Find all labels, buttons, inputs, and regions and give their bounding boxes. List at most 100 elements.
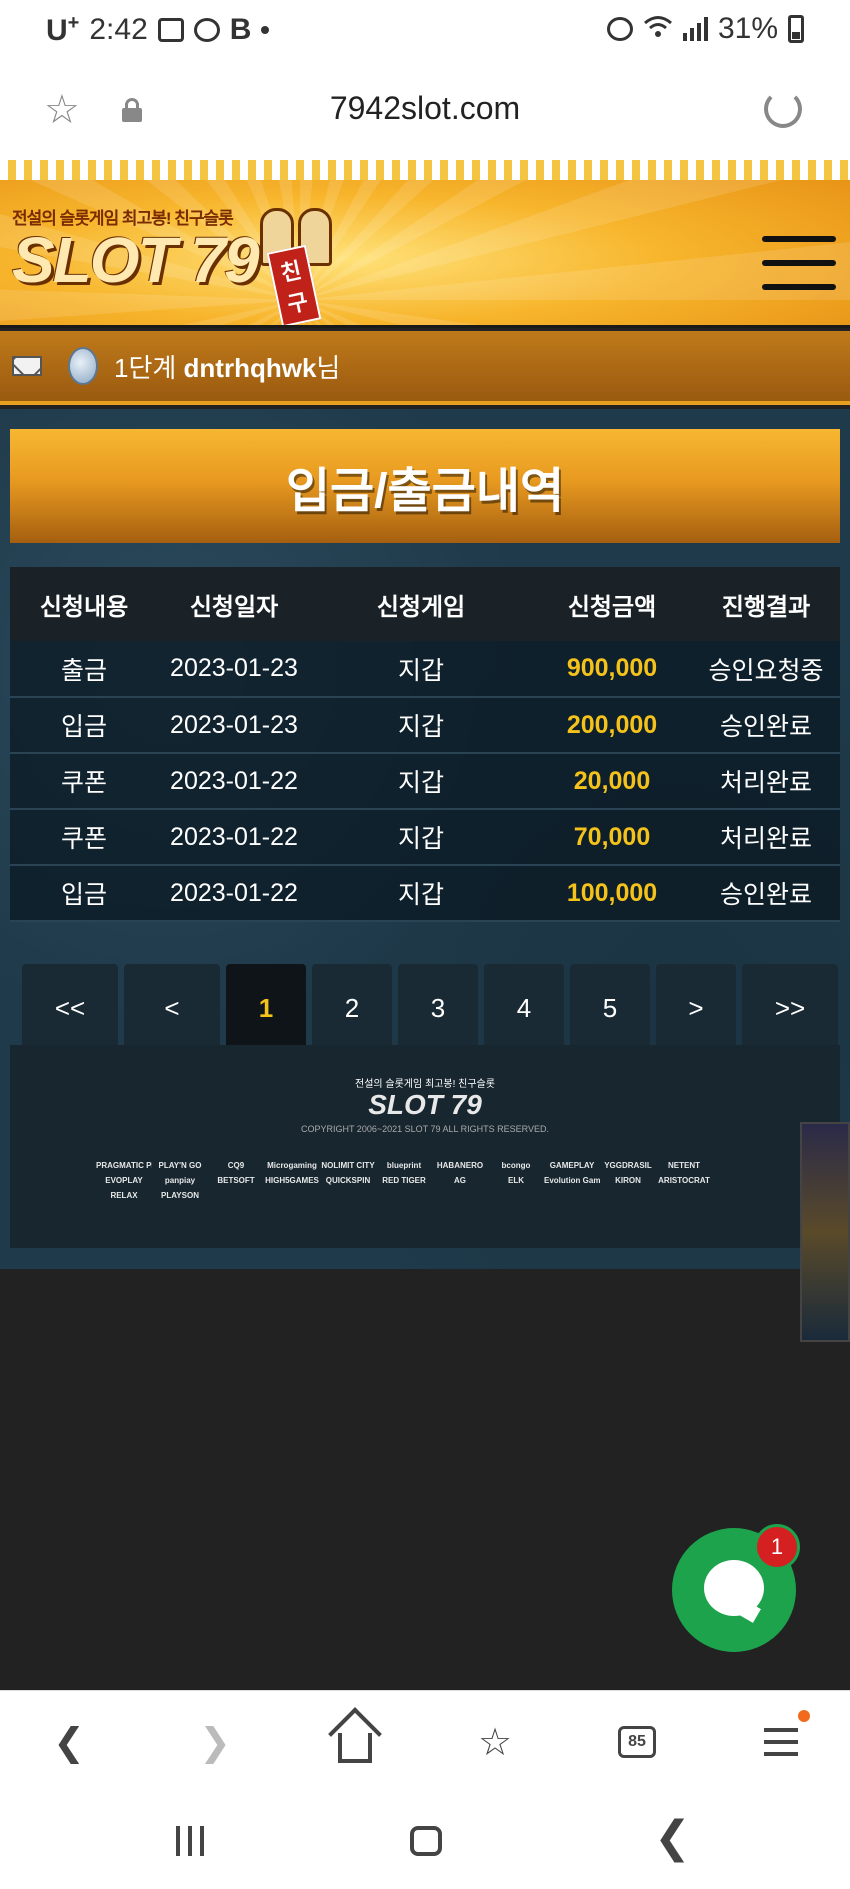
back-icon[interactable]: ❮	[44, 1717, 94, 1767]
transaction-table: 신청내용 신청일자 신청게임 신청금액 진행결과 출금 2023-01-23 지…	[10, 567, 840, 922]
provider-logo: PRAGMATIC PLAY	[96, 1161, 152, 1170]
footer-logo: 전설의 슬롯게임 최고봉! 친구슬롯 SLOT 79 COPYRIGHT 200…	[10, 1075, 840, 1134]
provider-logo: GAMEPLAY	[549, 1161, 595, 1170]
cell-status: 승인완료	[692, 865, 840, 922]
battery-percent: 31%	[717, 12, 778, 45]
b-app-icon: B	[229, 13, 252, 46]
footer-copyright: COPYRIGHT 2006~2021 SLOT 79 ALL RIGHTS R…	[300, 1124, 550, 1134]
cell-date: 2023-01-22	[158, 753, 310, 810]
cell-game: 지갑	[310, 697, 532, 754]
user-info: 1단계 dntrhqhwk님	[114, 348, 340, 385]
cell-status: 처리완료	[692, 753, 840, 810]
gallery-icon	[157, 18, 184, 42]
bookmarks-icon[interactable]: ☆	[470, 1717, 520, 1767]
user-suffix: 님	[316, 352, 341, 383]
footer-tagline: 전설의 슬롯게임 최고봉! 친구슬롯	[355, 1079, 495, 1090]
status-bar: U+ 2:42 B 31%	[0, 0, 850, 62]
site-header: 전설의 슬롯게임 최고봉! 친구슬롯 SLOT 79 친구	[0, 160, 850, 328]
provider-logo: AG	[454, 1176, 466, 1185]
side-floating-banner[interactable]	[800, 1122, 850, 1342]
chat-bubble-icon	[704, 1560, 764, 1616]
cell-status: 처리완료	[692, 809, 840, 866]
status-time: 2:42	[89, 13, 148, 46]
cell-type: 쿠폰	[10, 753, 158, 810]
provider-logo: panpiay	[164, 1176, 196, 1185]
cell-date: 2023-01-22	[158, 865, 310, 922]
cell-amount: 70,000	[532, 809, 692, 866]
cell-type: 쿠폰	[10, 809, 158, 866]
recents-icon[interactable]	[176, 1826, 204, 1856]
site-footer: 전설의 슬롯게임 최고봉! 친구슬롯 SLOT 79 COPYRIGHT 200…	[10, 1045, 840, 1248]
browser-toolbar: ❮ ❯ ☆ 85	[0, 1690, 850, 1790]
footer-logo-name: SLOT 79	[368, 1089, 482, 1120]
cell-game: 지갑	[310, 865, 532, 922]
url-text[interactable]: 7942slot.com	[0, 90, 850, 127]
cell-status: 승인완료	[692, 697, 840, 754]
cell-type: 입금	[10, 697, 158, 754]
cell-status: 승인요청중	[692, 641, 840, 698]
level-medal-icon	[68, 347, 98, 385]
provider-logo: HABANERO	[436, 1161, 484, 1170]
provider-logos: PRAGMATIC PLAY PLAY'N GO CQ9 Microgaming…	[96, 1161, 766, 1200]
forward-icon[interactable]: ❯	[190, 1717, 240, 1767]
alarm-icon	[606, 17, 633, 41]
cell-amount: 200,000	[532, 697, 692, 754]
menu-icon[interactable]	[756, 1717, 806, 1767]
alien-icon	[193, 18, 220, 42]
provider-logo: KIRON	[615, 1176, 641, 1185]
last-page-button[interactable]: >>	[742, 964, 838, 1052]
browser-url-bar: ☆ 7942slot.com	[0, 62, 850, 160]
cell-type: 출금	[10, 641, 158, 698]
page-title-bar: 입금/출금내역	[10, 429, 840, 543]
table-row: 출금 2023-01-23 지갑 900,000 승인요청중	[10, 641, 840, 698]
cell-amount: 900,000	[532, 641, 692, 698]
page-title: 입금/출금내역	[285, 465, 565, 518]
header-date: 신청일자	[158, 567, 310, 641]
prev-page-button[interactable]: <	[124, 964, 220, 1052]
menu-notification-dot	[798, 1710, 810, 1722]
hamburger-menu-icon[interactable]	[762, 236, 836, 290]
table-row: 입금 2023-01-22 지갑 100,000 승인완료	[10, 865, 840, 922]
user-level: 1단계	[114, 352, 177, 383]
cell-date: 2023-01-23	[158, 697, 310, 754]
page-button-5[interactable]: 5	[570, 964, 650, 1052]
more-notifications-dot	[261, 26, 270, 34]
provider-logo: PLAYSON	[161, 1191, 199, 1200]
provider-logo: QUICKSPIN	[325, 1176, 371, 1185]
home-icon[interactable]	[330, 1717, 380, 1767]
table-row: 쿠폰 2023-01-22 지갑 20,000 처리완료	[10, 753, 840, 810]
provider-logo: EVOPLAY	[105, 1176, 143, 1185]
header-type: 신청내용	[10, 567, 158, 641]
tabs-icon[interactable]: 85	[612, 1717, 662, 1767]
carrier-label: U+	[46, 12, 80, 47]
provider-logo: Evolution Gaming	[544, 1176, 600, 1185]
chat-unread-badge: 1	[754, 1524, 800, 1570]
provider-logo: HIGH5GAMES	[265, 1176, 319, 1185]
page-button-4[interactable]: 4	[484, 964, 564, 1052]
page-button-1[interactable]: 1	[226, 964, 306, 1052]
site-logo[interactable]: 전설의 슬롯게임 최고봉! 친구슬롯 SLOT 79 친구	[12, 204, 332, 325]
cell-game: 지갑	[310, 753, 532, 810]
table-header-row: 신청내용 신청일자 신청게임 신청금액 진행결과	[10, 567, 840, 641]
cell-game: 지갑	[310, 641, 532, 698]
battery-icon	[788, 15, 804, 43]
page-button-2[interactable]: 2	[312, 964, 392, 1052]
reload-icon[interactable]	[764, 90, 802, 128]
system-back-icon[interactable]: ❮	[654, 1816, 691, 1860]
provider-logo: CQ9	[227, 1161, 245, 1170]
user-name: dntrhqhwk	[183, 352, 317, 383]
provider-logo: RELAX	[110, 1191, 138, 1200]
signal-icon	[682, 17, 708, 41]
header-amount: 신청금액	[532, 567, 692, 641]
table-row: 입금 2023-01-23 지갑 200,000 승인완료	[10, 697, 840, 754]
mail-icon[interactable]	[12, 356, 42, 376]
provider-logo: NETENT	[668, 1161, 700, 1170]
system-home-icon[interactable]	[410, 1826, 442, 1856]
provider-logo: PLAY'N GO	[158, 1161, 202, 1170]
table-row: 쿠폰 2023-01-22 지갑 70,000 처리완료	[10, 809, 840, 866]
first-page-button[interactable]: <<	[22, 964, 118, 1052]
next-page-button[interactable]: >	[656, 964, 736, 1052]
cell-amount: 20,000	[532, 753, 692, 810]
page-button-3[interactable]: 3	[398, 964, 478, 1052]
logo-name: SLOT 79	[12, 224, 260, 296]
